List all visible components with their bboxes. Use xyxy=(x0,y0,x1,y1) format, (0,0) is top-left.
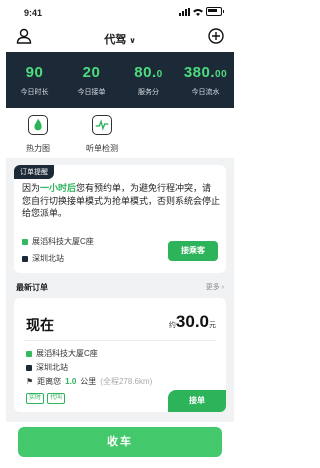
order-to-text: 深圳北站 xyxy=(36,363,68,372)
service-title: 代驾 xyxy=(104,34,127,46)
origin-dot-icon xyxy=(26,350,32,357)
add-icon[interactable] xyxy=(208,28,224,44)
price-value: 30.0 xyxy=(175,312,209,331)
order-to: 深圳北站 xyxy=(26,362,68,373)
top-bar: 代驾 ∨ xyxy=(6,22,234,52)
stat-value: 90 xyxy=(25,64,44,81)
tool-heatmap[interactable]: 热力图 xyxy=(6,108,70,158)
stat-label: 今日流水 xyxy=(191,89,220,96)
distance-value: 1.0 xyxy=(65,377,77,386)
signal-icon xyxy=(179,7,190,16)
stat-score: 80.0 服务分 xyxy=(120,52,177,108)
stat-label: 服务分 xyxy=(138,89,159,96)
alert-from-text: 展滔科技大厦C座 xyxy=(32,237,94,246)
stat-label: 今日接单 xyxy=(77,89,106,96)
divider xyxy=(24,340,216,341)
tool-label: 听单检测 xyxy=(86,144,118,153)
wifi-icon xyxy=(193,8,203,16)
tool-label: 热力图 xyxy=(26,144,50,153)
chevron-right-icon: › xyxy=(221,284,224,291)
order-chips: 实时 代叫 xyxy=(26,393,66,404)
order-time: 现在 xyxy=(26,317,54,333)
bottom-bar: 收车 xyxy=(6,422,234,464)
order-distance: ⚑ 距离您 1.0 公里 (全程278.6km) xyxy=(26,376,152,387)
order-alert-card: 订单提醒 因为一小时后您有预约单，为避免行程冲突，请您自行切换接单模式为抢单模式… xyxy=(14,165,226,273)
chevron-down-icon: ∨ xyxy=(129,36,136,45)
stats-panel: 90 今日时长 20 今日接单 80.0 服务分 380.00 今日流水 xyxy=(6,52,234,108)
chip-realtime: 实时 xyxy=(26,393,45,404)
alert-text-highlight: 一小时后 xyxy=(40,183,77,193)
stat-value-decimal: 00 xyxy=(215,69,228,80)
notch xyxy=(63,2,177,16)
chip-proxy: 代叫 xyxy=(47,393,66,404)
battery-icon xyxy=(206,7,224,16)
alert-tag: 订单提醒 xyxy=(14,165,54,179)
destination-dot-icon xyxy=(26,364,32,371)
stat-value-decimal: 0 xyxy=(156,69,163,80)
monitor-wave-icon xyxy=(92,115,112,135)
stat-value: 380. xyxy=(183,64,216,81)
destination-dot-icon xyxy=(22,255,28,262)
service-selector[interactable]: 代驾 ∨ xyxy=(6,31,234,47)
stat-label: 今日时长 xyxy=(20,89,49,96)
tools-row: 热力图 听单检测 xyxy=(6,108,234,158)
alert-to: 深圳北站 xyxy=(22,253,64,264)
total-distance: (全程278.6km) xyxy=(100,377,153,386)
flame-icon xyxy=(28,115,48,135)
more-link[interactable]: 更多 › xyxy=(206,282,224,292)
stat-hours: 90 今日时长 xyxy=(6,52,63,108)
alert-to-text: 深圳北站 xyxy=(32,254,64,263)
price-unit: 元 xyxy=(209,322,216,329)
distance-unit: 公里 xyxy=(80,377,97,386)
order-from-text: 展滔科技大厦C座 xyxy=(36,349,98,358)
tool-order-check[interactable]: 听单检测 xyxy=(70,108,134,158)
car-icon: ⚑ xyxy=(26,377,34,386)
stat-value: 80. xyxy=(134,64,157,81)
alert-message: 因为一小时后您有预约单，为避免行程冲突，请您自行切换接单模式为抢单模式，否则系统… xyxy=(22,182,220,220)
stat-orders: 20 今日接单 xyxy=(63,52,120,108)
alert-text-part: 因为 xyxy=(22,183,41,193)
stat-value: 20 xyxy=(82,64,101,81)
recent-orders-title: 最新订单 xyxy=(16,283,48,292)
status-time: 9:41 xyxy=(24,8,43,18)
origin-dot-icon xyxy=(22,238,28,245)
pick-up-button[interactable]: 接乘客 xyxy=(168,241,218,261)
stop-service-button[interactable]: 收车 xyxy=(18,427,222,457)
order-from: 展滔科技大厦C座 xyxy=(26,348,98,359)
more-label: 更多 xyxy=(205,284,220,291)
order-price: 约30.0元 xyxy=(169,312,216,332)
stat-revenue: 380.00 今日流水 xyxy=(177,52,234,108)
distance-prefix: 距离您 xyxy=(37,377,62,386)
take-order-button[interactable]: 接单 xyxy=(168,390,226,412)
order-card[interactable]: 现在 约30.0元 展滔科技大厦C座 深圳北站 ⚑ 距离您 1.0 公里 (全程27… xyxy=(14,298,226,412)
alert-from: 展滔科技大厦C座 xyxy=(22,236,94,247)
phone-frame: 9:41 代驾 ∨ 90 今日时长 20 今日接单 80.0 服务分 380.0… xyxy=(6,2,234,464)
price-prefix: 约 xyxy=(168,322,176,329)
